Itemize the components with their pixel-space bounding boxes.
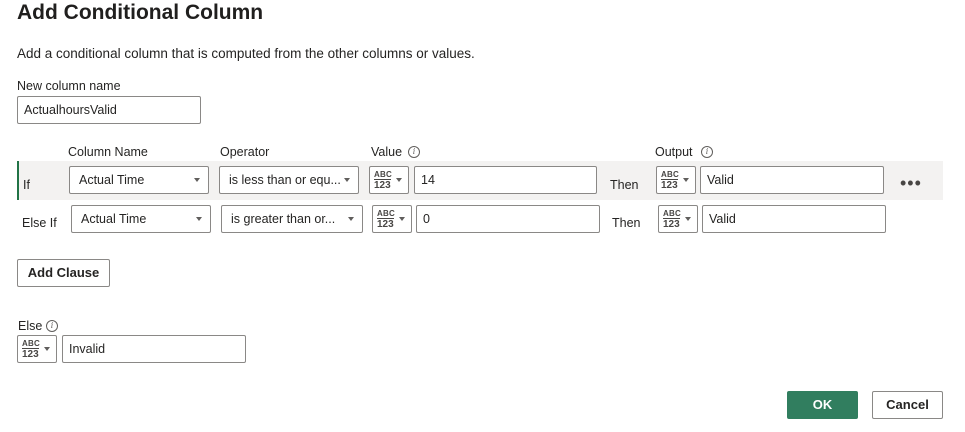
output-header: Output	[655, 145, 693, 159]
if-column-select[interactable]: Actual Time	[69, 166, 209, 194]
dialog-subtitle: Add a conditional column that is compute…	[17, 46, 475, 61]
else-if-column-value: Actual Time	[81, 212, 147, 226]
else-if-output-input[interactable]	[702, 205, 886, 233]
chevron-down-icon	[44, 347, 50, 351]
abc-type-icon-bottom: 123	[663, 218, 680, 230]
ok-button[interactable]: OK	[787, 391, 858, 419]
new-column-name-input[interactable]	[17, 96, 201, 124]
if-then-label: Then	[610, 178, 639, 192]
dialog-title: Add Conditional Column	[17, 1, 264, 24]
if-column-value: Actual Time	[79, 173, 145, 187]
abc-type-icon-top: ABC	[661, 170, 679, 179]
else-if-output-type-button[interactable]: ABC 123	[658, 205, 698, 233]
abc-type-icon-top: ABC	[663, 209, 681, 218]
if-value-type-button[interactable]: ABC 123	[369, 166, 409, 194]
if-output-input[interactable]	[700, 166, 884, 194]
more-options-icon[interactable]: •••	[900, 174, 922, 192]
else-output-input[interactable]	[62, 335, 246, 363]
chevron-down-icon	[344, 178, 350, 182]
if-row-indicator	[17, 161, 19, 200]
new-column-name-label: New column name	[17, 79, 121, 93]
else-if-value-type-button[interactable]: ABC 123	[372, 205, 412, 233]
output-info-icon[interactable]: i	[701, 146, 713, 158]
abc-type-icon-top: ABC	[377, 209, 395, 218]
abc-type-icon-bottom: 123	[22, 348, 39, 360]
if-output-type-button[interactable]: ABC 123	[656, 166, 696, 194]
chevron-down-icon	[399, 217, 405, 221]
if-operator-select[interactable]: is less than or equ...	[219, 166, 359, 194]
abc-type-icon-bottom: 123	[377, 218, 394, 230]
add-clause-button[interactable]: Add Clause	[17, 259, 110, 287]
else-if-operator-select[interactable]: is greater than or...	[221, 205, 363, 233]
if-operator-value: is less than or equ...	[229, 173, 341, 187]
chevron-down-icon	[396, 178, 402, 182]
else-if-value-input[interactable]	[416, 205, 600, 233]
operator-header: Operator	[220, 145, 270, 159]
else-if-operator-value: is greater than or...	[231, 212, 336, 226]
chevron-down-icon	[348, 217, 354, 221]
chevron-down-icon	[194, 178, 200, 182]
abc-type-icon-bottom: 123	[374, 179, 391, 191]
abc-type-icon-top: ABC	[22, 339, 40, 348]
else-if-keyword: Else If	[22, 216, 57, 230]
else-info-icon[interactable]: i	[46, 320, 58, 332]
abc-type-icon-bottom: 123	[661, 179, 678, 191]
cancel-button[interactable]: Cancel	[872, 391, 943, 419]
chevron-down-icon	[685, 217, 691, 221]
else-label: Else	[18, 319, 43, 333]
else-if-then-label: Then	[612, 216, 641, 230]
value-header: Value	[371, 145, 403, 159]
chevron-down-icon	[683, 178, 689, 182]
chevron-down-icon	[196, 217, 202, 221]
value-info-icon[interactable]: i	[408, 146, 420, 158]
else-if-column-select[interactable]: Actual Time	[71, 205, 211, 233]
column-name-header: Column Name	[68, 145, 148, 159]
abc-type-icon-top: ABC	[374, 170, 392, 179]
else-type-button[interactable]: ABC 123	[17, 335, 57, 363]
if-keyword: If	[23, 178, 30, 192]
if-value-input[interactable]	[414, 166, 597, 194]
